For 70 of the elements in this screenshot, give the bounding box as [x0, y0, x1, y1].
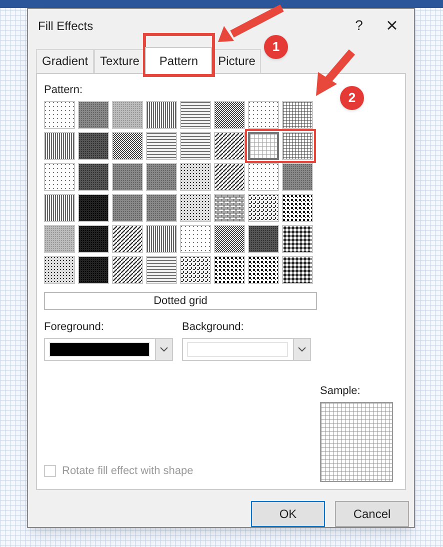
pattern-swatch[interactable]	[180, 163, 211, 192]
pattern-swatch[interactable]	[146, 225, 177, 254]
pattern-swatch[interactable]	[214, 256, 245, 284]
pattern-swatch[interactable]	[44, 225, 75, 254]
tab[interactable]: Picture	[212, 48, 262, 73]
arrow	[218, 4, 284, 42]
color-label: Foreground:	[44, 320, 105, 336]
tab[interactable]: Pattern	[145, 46, 212, 74]
window-title: Fill Effects	[38, 18, 94, 35]
pattern-swatch[interactable]	[44, 101, 75, 130]
dialog-button[interactable]: Cancel	[335, 501, 409, 527]
help-button[interactable]: ?	[344, 12, 374, 39]
pattern-swatch[interactable]	[78, 132, 109, 160]
pattern-swatch[interactable]	[44, 194, 75, 222]
pattern-swatch[interactable]	[78, 194, 109, 222]
sample-label: Sample:	[320, 384, 362, 398]
pattern-swatch[interactable]	[248, 101, 279, 130]
pattern-swatch[interactable]	[146, 101, 177, 130]
color-dropdown[interactable]	[44, 338, 173, 361]
pattern-swatch[interactable]	[180, 101, 211, 130]
checkbox-label: Rotate fill effect with shape	[62, 464, 194, 478]
pattern-swatch[interactable]	[112, 101, 143, 130]
pattern-swatch[interactable]	[78, 256, 109, 284]
pattern-swatch[interactable]	[146, 256, 177, 284]
pattern-swatch[interactable]	[214, 163, 245, 192]
pattern-swatch[interactable]	[78, 163, 109, 192]
pattern-swatch[interactable]	[180, 132, 211, 160]
color-dropdown[interactable]	[182, 338, 311, 361]
pattern-swatch[interactable]	[78, 101, 109, 130]
pattern-swatch[interactable]	[248, 256, 279, 284]
pattern-swatch[interactable]	[214, 101, 245, 130]
pattern-swatch[interactable]	[214, 132, 245, 160]
pattern-name-field: Dotted grid	[44, 292, 317, 310]
dialog-button[interactable]: OK	[251, 501, 325, 527]
pattern-swatch[interactable]	[112, 163, 143, 192]
pattern-swatch[interactable]	[146, 132, 177, 160]
pattern-swatch[interactable]	[112, 194, 143, 222]
pattern-swatch[interactable]	[146, 194, 177, 222]
pattern-swatch[interactable]	[248, 225, 279, 254]
pattern-swatch[interactable]	[44, 163, 75, 192]
pattern-swatch[interactable]	[146, 163, 177, 192]
pattern-swatch[interactable]	[112, 225, 143, 254]
pattern-swatch[interactable]	[282, 101, 313, 130]
highlight-frame	[143, 33, 215, 77]
chevron-icon	[298, 346, 306, 352]
chevron-icon	[160, 346, 168, 352]
highlight-frame	[245, 129, 316, 164]
pattern-swatch[interactable]	[180, 225, 211, 254]
pattern-swatch[interactable]	[214, 225, 245, 254]
pattern-swatch[interactable]	[282, 163, 313, 192]
pattern-swatch[interactable]	[248, 194, 279, 222]
pattern-swatch[interactable]	[214, 194, 245, 222]
pattern-swatch[interactable]	[44, 132, 75, 160]
pattern-swatch[interactable]	[282, 256, 313, 284]
pattern-swatch[interactable]	[180, 194, 211, 222]
tab[interactable]: Gradient	[36, 48, 94, 73]
pattern-swatch[interactable]	[112, 256, 143, 284]
pattern-swatch[interactable]	[282, 194, 313, 222]
tab[interactable]: Texture	[94, 48, 146, 73]
pattern-swatch[interactable]	[282, 225, 313, 254]
pattern-label: Pattern:	[44, 82, 83, 98]
pattern-swatch[interactable]	[248, 163, 279, 192]
pattern-swatch[interactable]	[44, 256, 75, 284]
pattern-swatch[interactable]	[282, 132, 313, 160]
color-label: Background:	[182, 320, 245, 336]
pattern-swatch[interactable]	[248, 132, 279, 160]
pattern-swatch[interactable]	[78, 225, 109, 254]
pattern-swatch[interactable]	[112, 132, 143, 160]
pattern-swatch[interactable]	[180, 256, 211, 284]
close-button[interactable]: ×	[374, 12, 410, 39]
